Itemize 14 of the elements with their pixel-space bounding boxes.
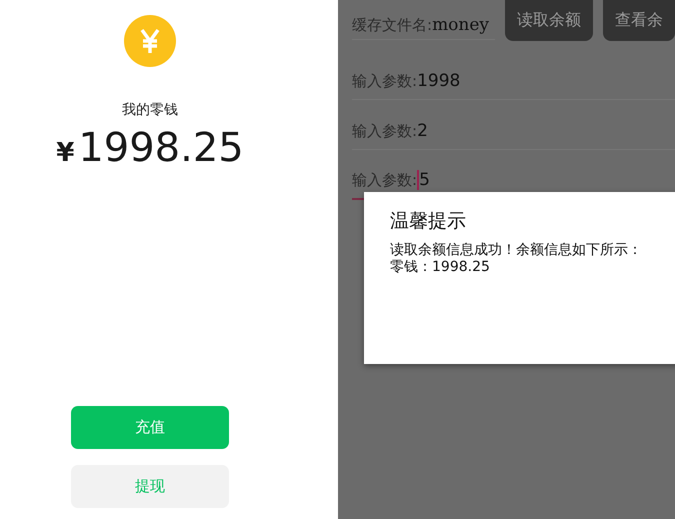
yuan-coin-icon (124, 15, 176, 67)
dialog-detail: 零钱：1998.25 (390, 259, 491, 276)
dialog-message: 读取余额信息成功！余额信息如下所示： (390, 242, 643, 259)
parameter-field[interactable]: 输入参数:1998 (352, 50, 675, 100)
top-up-button[interactable]: 充值 (71, 406, 229, 449)
action-button[interactable]: 读取余额 (505, 0, 593, 41)
file-name-field[interactable]: 缓存文件名:money (352, 0, 495, 40)
parameter-field[interactable]: 输入参数:2 (352, 100, 675, 150)
dialog-title: 温馨提示 (390, 209, 467, 234)
withdraw-button[interactable]: 提现 (71, 465, 229, 508)
wallet-title: 我的零钱 (122, 101, 178, 119)
action-button[interactable]: 查看余 (603, 0, 675, 41)
balance-amount: 1998.25 (78, 125, 244, 171)
currency-symbol: ¥ (56, 138, 74, 168)
